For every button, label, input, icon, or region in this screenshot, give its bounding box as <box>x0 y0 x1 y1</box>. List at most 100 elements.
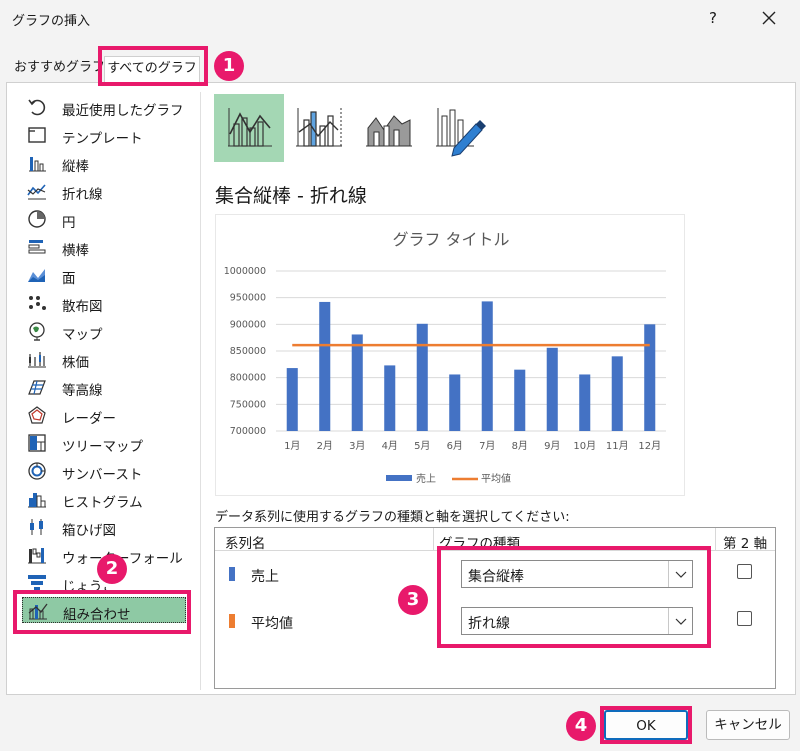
sidebar-item-line[interactable]: 折れ線 <box>22 178 186 204</box>
sidebar-item-histogram[interactable]: ヒストグラム <box>22 486 186 512</box>
y-tick-label: 950000 <box>230 293 266 304</box>
tab-recommended-charts[interactable]: おすすめグラフ <box>14 56 105 82</box>
radar-chart-icon <box>28 406 46 424</box>
legend-label-sales: 売上 <box>416 472 436 485</box>
sidebar-item-label: 横棒 <box>62 243 89 259</box>
x-tick-label: 11月 <box>606 440 629 452</box>
close-button[interactable] <box>752 4 786 32</box>
sidebar-item-box-whisker[interactable]: 箱ひげ図 <box>22 514 186 540</box>
series-color-swatch <box>229 567 235 581</box>
bar-3月 <box>351 334 363 431</box>
secondary-axis-checkbox-sales[interactable] <box>737 564 752 579</box>
bar-6月 <box>449 374 461 431</box>
area-chart-icon <box>28 269 45 282</box>
sidebar-item-radar[interactable]: レーダー <box>22 402 186 428</box>
bar-4月 <box>384 365 396 431</box>
sidebar-item-sunburst[interactable]: サンバースト <box>22 458 186 484</box>
secondary-axis-checkbox-average[interactable] <box>737 611 752 626</box>
sidebar-item-label: レーダー <box>62 411 116 427</box>
stock-chart-icon <box>28 352 46 368</box>
sidebar-item-label: 面 <box>62 271 76 287</box>
bar-chart-icon <box>28 240 46 254</box>
sidebar-item-template[interactable]: テンプレート <box>22 122 186 148</box>
step-badge-3: 3 <box>398 585 428 615</box>
panel-divider <box>200 92 201 690</box>
combo-column-line-thumb[interactable] <box>214 94 284 162</box>
sidebar-item-map[interactable]: マップ <box>22 318 186 344</box>
x-tick-label: 3月 <box>349 440 365 452</box>
sidebar-item-column[interactable]: 縦棒 <box>22 150 186 176</box>
y-tick-label: 700000 <box>230 426 266 437</box>
custom-combo-icon <box>436 108 486 157</box>
sidebar-item-scatter[interactable]: 散布図 <box>22 290 186 316</box>
x-tick-label: 7月 <box>479 440 495 452</box>
step-badge-2: 2 <box>97 554 127 584</box>
sidebar-item-recent[interactable]: 最近使用したグラフ <box>22 94 186 120</box>
sidebar-item-pie[interactable]: 円 <box>22 206 186 232</box>
treemap-icon <box>28 434 46 452</box>
sidebar-item-label: テンプレート <box>62 131 143 147</box>
sidebar-item-stock[interactable]: 株価 <box>22 346 186 372</box>
bar-2月 <box>319 301 331 431</box>
highlight-box-ok <box>600 706 692 744</box>
x-tick-label: 6月 <box>447 440 463 452</box>
sidebar-item-label: 最近使用したグラフ <box>62 103 184 119</box>
highlight-box-combo <box>13 590 191 634</box>
column-line-combo-icon <box>228 108 272 147</box>
close-icon <box>762 11 776 25</box>
help-button[interactable]: ? <box>700 4 726 32</box>
x-tick-label: 4月 <box>382 440 398 452</box>
cancel-button[interactable]: キャンセル <box>706 710 790 740</box>
step-badge-4: 4 <box>566 711 596 741</box>
sidebar-item-label: 散布図 <box>62 299 103 315</box>
legend-label-average: 平均値 <box>481 472 511 485</box>
y-tick-label: 850000 <box>230 346 266 357</box>
sidebar-item-label: ツリーマップ <box>62 439 143 455</box>
highlight-box-chart-types <box>437 546 711 648</box>
column-header-secondary-axis: 第 2 軸 <box>723 536 768 552</box>
waterfall-icon <box>28 548 46 564</box>
combo-column-line-secondary-thumb[interactable] <box>284 94 354 162</box>
sidebar-item-label: 円 <box>62 215 76 231</box>
scatter-chart-icon <box>29 296 46 310</box>
chart-preview: グラフ タイトル 1000000 950000 900000 850000 800000 7… <box>215 214 685 496</box>
surface-chart-icon <box>28 380 46 395</box>
sidebar-item-label: 株価 <box>62 355 89 371</box>
template-icon <box>28 127 46 143</box>
chart-title: グラフ タイトル <box>392 230 509 249</box>
x-tick-label: 9月 <box>544 440 560 452</box>
series-color-swatch <box>229 614 235 628</box>
bar-9月 <box>546 347 558 431</box>
sidebar-item-treemap[interactable]: ツリーマップ <box>22 430 186 456</box>
histogram-icon <box>28 493 46 508</box>
bar-10月 <box>579 374 591 431</box>
x-tick-label: 1月 <box>284 440 300 452</box>
sidebar-item-area[interactable]: 面 <box>22 262 186 288</box>
column-chart-icon <box>29 157 46 172</box>
x-tick-label: 2月 <box>317 440 333 452</box>
bar-8月 <box>514 369 526 431</box>
combo-area-column-thumb[interactable] <box>354 94 424 162</box>
line-chart-icon <box>27 184 46 200</box>
sidebar-item-bar[interactable]: 横棒 <box>22 234 186 260</box>
map-chart-icon <box>29 322 45 341</box>
sidebar-item-surface[interactable]: 等高線 <box>22 374 186 400</box>
bar-12月 <box>644 324 656 431</box>
bar-5月 <box>416 323 428 431</box>
legend-swatch-sales <box>386 475 412 481</box>
sidebar-item-label: 折れ線 <box>62 187 103 203</box>
column-separator <box>433 528 434 550</box>
bar-7月 <box>481 301 493 431</box>
sidebar-item-label: 等高線 <box>62 383 103 399</box>
series-name-sales: 売上 <box>251 569 279 585</box>
combo-custom-thumb[interactable] <box>424 94 494 162</box>
series-caption: データ系列に使用するグラフの種類と軸を選択してください: <box>215 510 570 525</box>
combo-chart: グラフ タイトル 1000000 950000 900000 850000 800000 7… <box>224 230 666 485</box>
y-tick-label: 800000 <box>230 373 266 384</box>
step-badge-1: 1 <box>214 51 244 81</box>
column-header-series-name: 系列名 <box>225 536 266 552</box>
recent-icon <box>28 99 46 116</box>
bar-11月 <box>611 356 623 431</box>
y-tick-label: 750000 <box>230 399 266 410</box>
x-tick-label: 8月 <box>512 440 528 452</box>
